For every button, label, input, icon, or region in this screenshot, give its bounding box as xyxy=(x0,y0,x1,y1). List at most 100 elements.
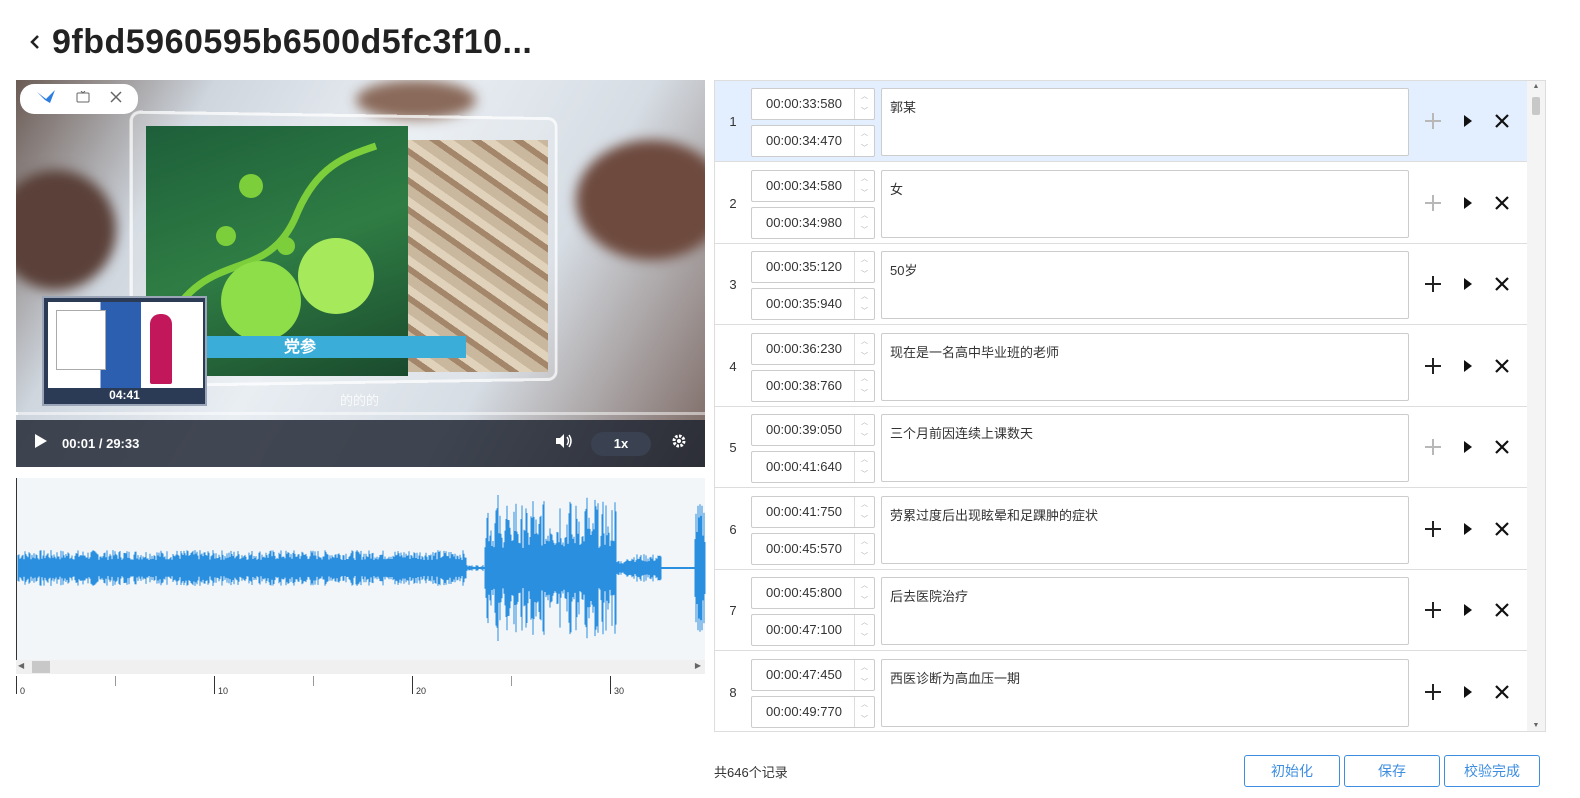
spin-up-icon[interactable]: ︿ xyxy=(855,171,874,186)
spin-up-icon[interactable]: ︿ xyxy=(855,578,874,593)
spin-down-icon[interactable]: ﹀ xyxy=(855,267,874,282)
segment-row[interactable]: 3 00:00:35:120 ︿ ﹀ 00:00:35:940 ︿ ﹀ 50岁 xyxy=(715,244,1527,325)
spin-down-icon[interactable]: ﹀ xyxy=(855,593,874,608)
start-time-field[interactable]: 00:00:36:230 ︿ ﹀ xyxy=(751,332,875,365)
play-segment-icon[interactable] xyxy=(1454,678,1482,706)
end-time-stepper[interactable]: ︿ ﹀ xyxy=(854,452,874,482)
delete-segment-icon[interactable] xyxy=(1488,433,1516,461)
segment-row[interactable]: 4 00:00:36:230 ︿ ﹀ 00:00:38:760 ︿ ﹀ 现在是一名高中毕业班的… xyxy=(715,325,1527,407)
end-time-stepper[interactable]: ︿ ﹀ xyxy=(854,126,874,156)
segment-row[interactable]: 7 00:00:45:800 ︿ ﹀ 00:00:47:100 ︿ ﹀ 后去医院治疗 xyxy=(715,570,1527,651)
spin-down-icon[interactable]: ﹀ xyxy=(855,467,874,482)
back-chevron-icon[interactable] xyxy=(22,27,48,57)
segment-text-input[interactable]: 后去医院治疗 xyxy=(881,577,1409,645)
spin-up-icon[interactable]: ︿ xyxy=(855,289,874,304)
add-segment-icon[interactable] xyxy=(1419,596,1447,624)
play-segment-icon[interactable] xyxy=(1454,189,1482,217)
scroll-right-icon[interactable]: ▶ xyxy=(695,661,701,670)
segment-text-input[interactable]: 西医诊断为高血压一期 xyxy=(881,658,1409,727)
bird-logo-icon[interactable] xyxy=(36,89,56,110)
start-time-stepper[interactable]: ︿ ﹀ xyxy=(854,659,874,690)
segment-text-input[interactable]: 女 xyxy=(881,169,1409,238)
delete-segment-icon[interactable] xyxy=(1488,270,1516,298)
start-time-field[interactable]: 00:00:41:750 ︿ ﹀ xyxy=(751,495,875,528)
start-time-field[interactable]: 00:00:35:120 ︿ ﹀ xyxy=(751,251,875,283)
segment-text-input[interactable]: 郭某 xyxy=(881,88,1409,156)
segment-list-scroll-thumb[interactable] xyxy=(1532,97,1540,115)
delete-segment-icon[interactable] xyxy=(1488,107,1516,135)
segment-row[interactable]: 1 00:00:33:580 ︿ ﹀ 00:00:34:470 ︿ ﹀ 郭某 xyxy=(715,81,1527,162)
spin-down-icon[interactable]: ﹀ xyxy=(855,512,874,527)
delete-segment-icon[interactable] xyxy=(1488,515,1516,543)
close-icon[interactable] xyxy=(110,90,122,108)
play-segment-icon[interactable] xyxy=(1454,515,1482,543)
spin-down-icon[interactable]: ﹀ xyxy=(855,223,874,238)
spin-up-icon[interactable]: ︿ xyxy=(855,534,874,549)
play-segment-icon[interactable] xyxy=(1454,107,1482,135)
play-segment-icon[interactable] xyxy=(1454,352,1482,380)
spin-up-icon[interactable]: ︿ xyxy=(855,371,874,386)
spin-up-icon[interactable]: ︿ xyxy=(855,660,874,675)
save-button[interactable]: 保存 xyxy=(1344,755,1440,787)
play-icon[interactable] xyxy=(34,433,48,454)
scroll-left-icon[interactable]: ◀ xyxy=(18,661,24,670)
spin-down-icon[interactable]: ﹀ xyxy=(855,141,874,156)
start-time-field[interactable]: 00:00:39:050 ︿ ﹀ xyxy=(751,414,875,446)
play-segment-icon[interactable] xyxy=(1454,596,1482,624)
spin-up-icon[interactable]: ︿ xyxy=(855,334,874,349)
end-time-field[interactable]: 00:00:35:940 ︿ ﹀ xyxy=(751,288,875,320)
segment-row[interactable]: 5 00:00:39:050 ︿ ﹀ 00:00:41:640 ︿ ﹀ 三个月前因连续上课数天 xyxy=(715,407,1527,488)
audio-waveform[interactable] xyxy=(16,478,706,660)
gear-icon[interactable] xyxy=(671,433,687,454)
end-time-stepper[interactable]: ︿ ﹀ xyxy=(854,615,874,645)
spin-up-icon[interactable]: ︿ xyxy=(855,452,874,467)
waveform-scroll-thumb[interactable] xyxy=(32,661,50,673)
volume-icon[interactable] xyxy=(555,433,573,454)
spin-up-icon[interactable]: ︿ xyxy=(855,89,874,104)
spin-down-icon[interactable]: ﹀ xyxy=(855,430,874,445)
scroll-down-icon[interactable]: ▼ xyxy=(1527,722,1545,729)
segment-text-input[interactable]: 三个月前因连续上课数天 xyxy=(881,414,1409,482)
segment-text-input[interactable]: 劳累过度后出现眩晕和足踝肿的症状 xyxy=(881,495,1409,564)
delete-segment-icon[interactable] xyxy=(1488,678,1516,706)
spin-up-icon[interactable]: ︿ xyxy=(855,497,874,512)
play-segment-icon[interactable] xyxy=(1454,270,1482,298)
segment-list-scrollbar[interactable]: ▲ ▼ xyxy=(1527,81,1545,731)
delete-segment-icon[interactable] xyxy=(1488,596,1516,624)
segment-text-input[interactable]: 50岁 xyxy=(881,251,1409,319)
spin-down-icon[interactable]: ﹀ xyxy=(855,386,874,401)
segment-row[interactable]: 8 00:00:47:450 ︿ ﹀ 00:00:49:770 ︿ ﹀ 西医诊断为高血压一期 xyxy=(715,651,1527,731)
spin-down-icon[interactable]: ﹀ xyxy=(855,186,874,201)
delete-segment-icon[interactable] xyxy=(1488,189,1516,217)
waveform-scrollbar[interactable]: ◀ ▶ xyxy=(16,660,705,674)
start-time-stepper[interactable]: ︿ ﹀ xyxy=(854,89,874,119)
start-time-stepper[interactable]: ︿ ﹀ xyxy=(854,252,874,282)
start-time-stepper[interactable]: ︿ ﹀ xyxy=(854,578,874,608)
spin-up-icon[interactable]: ︿ xyxy=(855,415,874,430)
delete-segment-icon[interactable] xyxy=(1488,352,1516,380)
play-segment-icon[interactable] xyxy=(1454,433,1482,461)
spin-down-icon[interactable]: ﹀ xyxy=(855,104,874,119)
spin-up-icon[interactable]: ︿ xyxy=(855,697,874,712)
start-time-stepper[interactable]: ︿ ﹀ xyxy=(854,415,874,445)
end-time-field[interactable]: 00:00:34:470 ︿ ﹀ xyxy=(751,125,875,157)
spin-down-icon[interactable]: ﹀ xyxy=(855,630,874,645)
speed-selector[interactable]: 1x xyxy=(591,431,651,456)
start-time-field[interactable]: 00:00:34:580 ︿ ﹀ xyxy=(751,169,875,202)
end-time-field[interactable]: 00:00:49:770 ︿ ﹀ xyxy=(751,695,875,728)
spin-down-icon[interactable]: ﹀ xyxy=(855,549,874,564)
end-time-stepper[interactable]: ︿ ﹀ xyxy=(854,207,874,238)
start-time-field[interactable]: 00:00:45:800 ︿ ﹀ xyxy=(751,577,875,609)
init-button[interactable]: 初始化 xyxy=(1244,755,1340,787)
end-time-stepper[interactable]: ︿ ﹀ xyxy=(854,696,874,727)
start-time-stepper[interactable]: ︿ ﹀ xyxy=(854,170,874,201)
end-time-field[interactable]: 00:00:38:760 ︿ ﹀ xyxy=(751,369,875,402)
segment-row[interactable]: 2 00:00:34:580 ︿ ﹀ 00:00:34:980 ︿ ﹀ 女 xyxy=(715,162,1527,244)
spin-up-icon[interactable]: ︿ xyxy=(855,126,874,141)
spin-down-icon[interactable]: ﹀ xyxy=(855,349,874,364)
scroll-up-icon[interactable]: ▲ xyxy=(1527,83,1545,90)
spin-up-icon[interactable]: ︿ xyxy=(855,615,874,630)
add-segment-icon[interactable] xyxy=(1419,270,1447,298)
start-time-stepper[interactable]: ︿ ﹀ xyxy=(854,496,874,527)
add-segment-icon[interactable] xyxy=(1419,433,1447,461)
